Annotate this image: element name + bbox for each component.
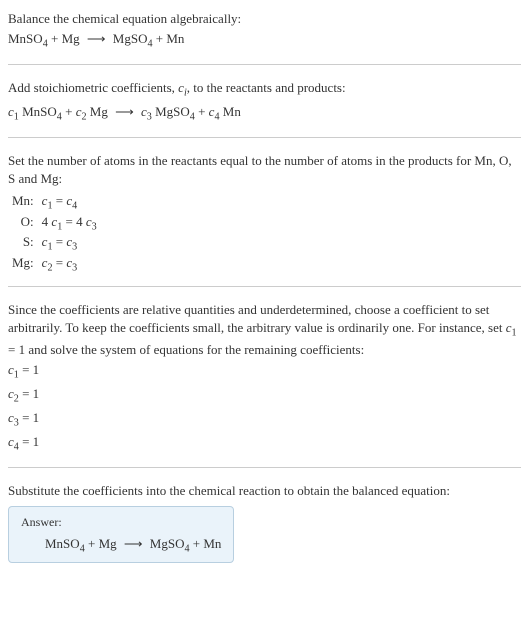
section-atom-balance: Set the number of atoms in the reactants… [8, 137, 521, 275]
problem-equation: MnSO4 + Mg ⟶ MgSO4 + Mn [8, 30, 521, 52]
answer-equation: MnSO4 + Mg ⟶ MgSO4 + Mn [21, 536, 221, 555]
coeff-value: c4 = 1 [8, 433, 521, 455]
element-label: Mg: [8, 254, 38, 275]
atom-balance-text: Set the number of atoms in the reactants… [8, 152, 521, 188]
table-row: Mg: c2 = c3 [8, 254, 101, 275]
element-label: S: [8, 233, 38, 254]
element-label: Mn: [8, 192, 38, 213]
atom-balance-table: Mn: c1 = c4 O: 4 c1 = 4 c3 S: c1 = c3 Mg… [8, 192, 101, 274]
element-equation: c2 = c3 [38, 254, 101, 275]
coeff-value: c1 = 1 [8, 361, 521, 383]
problem-title: Balance the chemical equation algebraica… [8, 10, 521, 28]
answer-box: Answer: MnSO4 + Mg ⟶ MgSO4 + Mn [8, 506, 234, 564]
table-row: O: 4 c1 = 4 c3 [8, 213, 101, 234]
section-problem: Balance the chemical equation algebraica… [8, 10, 521, 52]
answer-label: Answer: [21, 515, 221, 530]
element-label: O: [8, 213, 38, 234]
table-row: S: c1 = c3 [8, 233, 101, 254]
add-coeff-equation: c1 MnSO4 + c2 Mg ⟶ c3 MgSO4 + c4 Mn [8, 103, 521, 125]
coeff-value: c2 = 1 [8, 385, 521, 407]
coeff-value: c3 = 1 [8, 409, 521, 431]
table-row: Mn: c1 = c4 [8, 192, 101, 213]
add-coeff-text: Add stoichiometric coefficients, ci, to … [8, 79, 521, 101]
element-equation: c1 = c4 [38, 192, 101, 213]
solve-text: Since the coefficients are relative quan… [8, 301, 521, 359]
section-answer: Substitute the coefficients into the che… [8, 467, 521, 564]
element-equation: 4 c1 = 4 c3 [38, 213, 101, 234]
section-solve: Since the coefficients are relative quan… [8, 286, 521, 454]
element-equation: c1 = c3 [38, 233, 101, 254]
section-add-coefficients: Add stoichiometric coefficients, ci, to … [8, 64, 521, 125]
substitute-text: Substitute the coefficients into the che… [8, 482, 521, 500]
